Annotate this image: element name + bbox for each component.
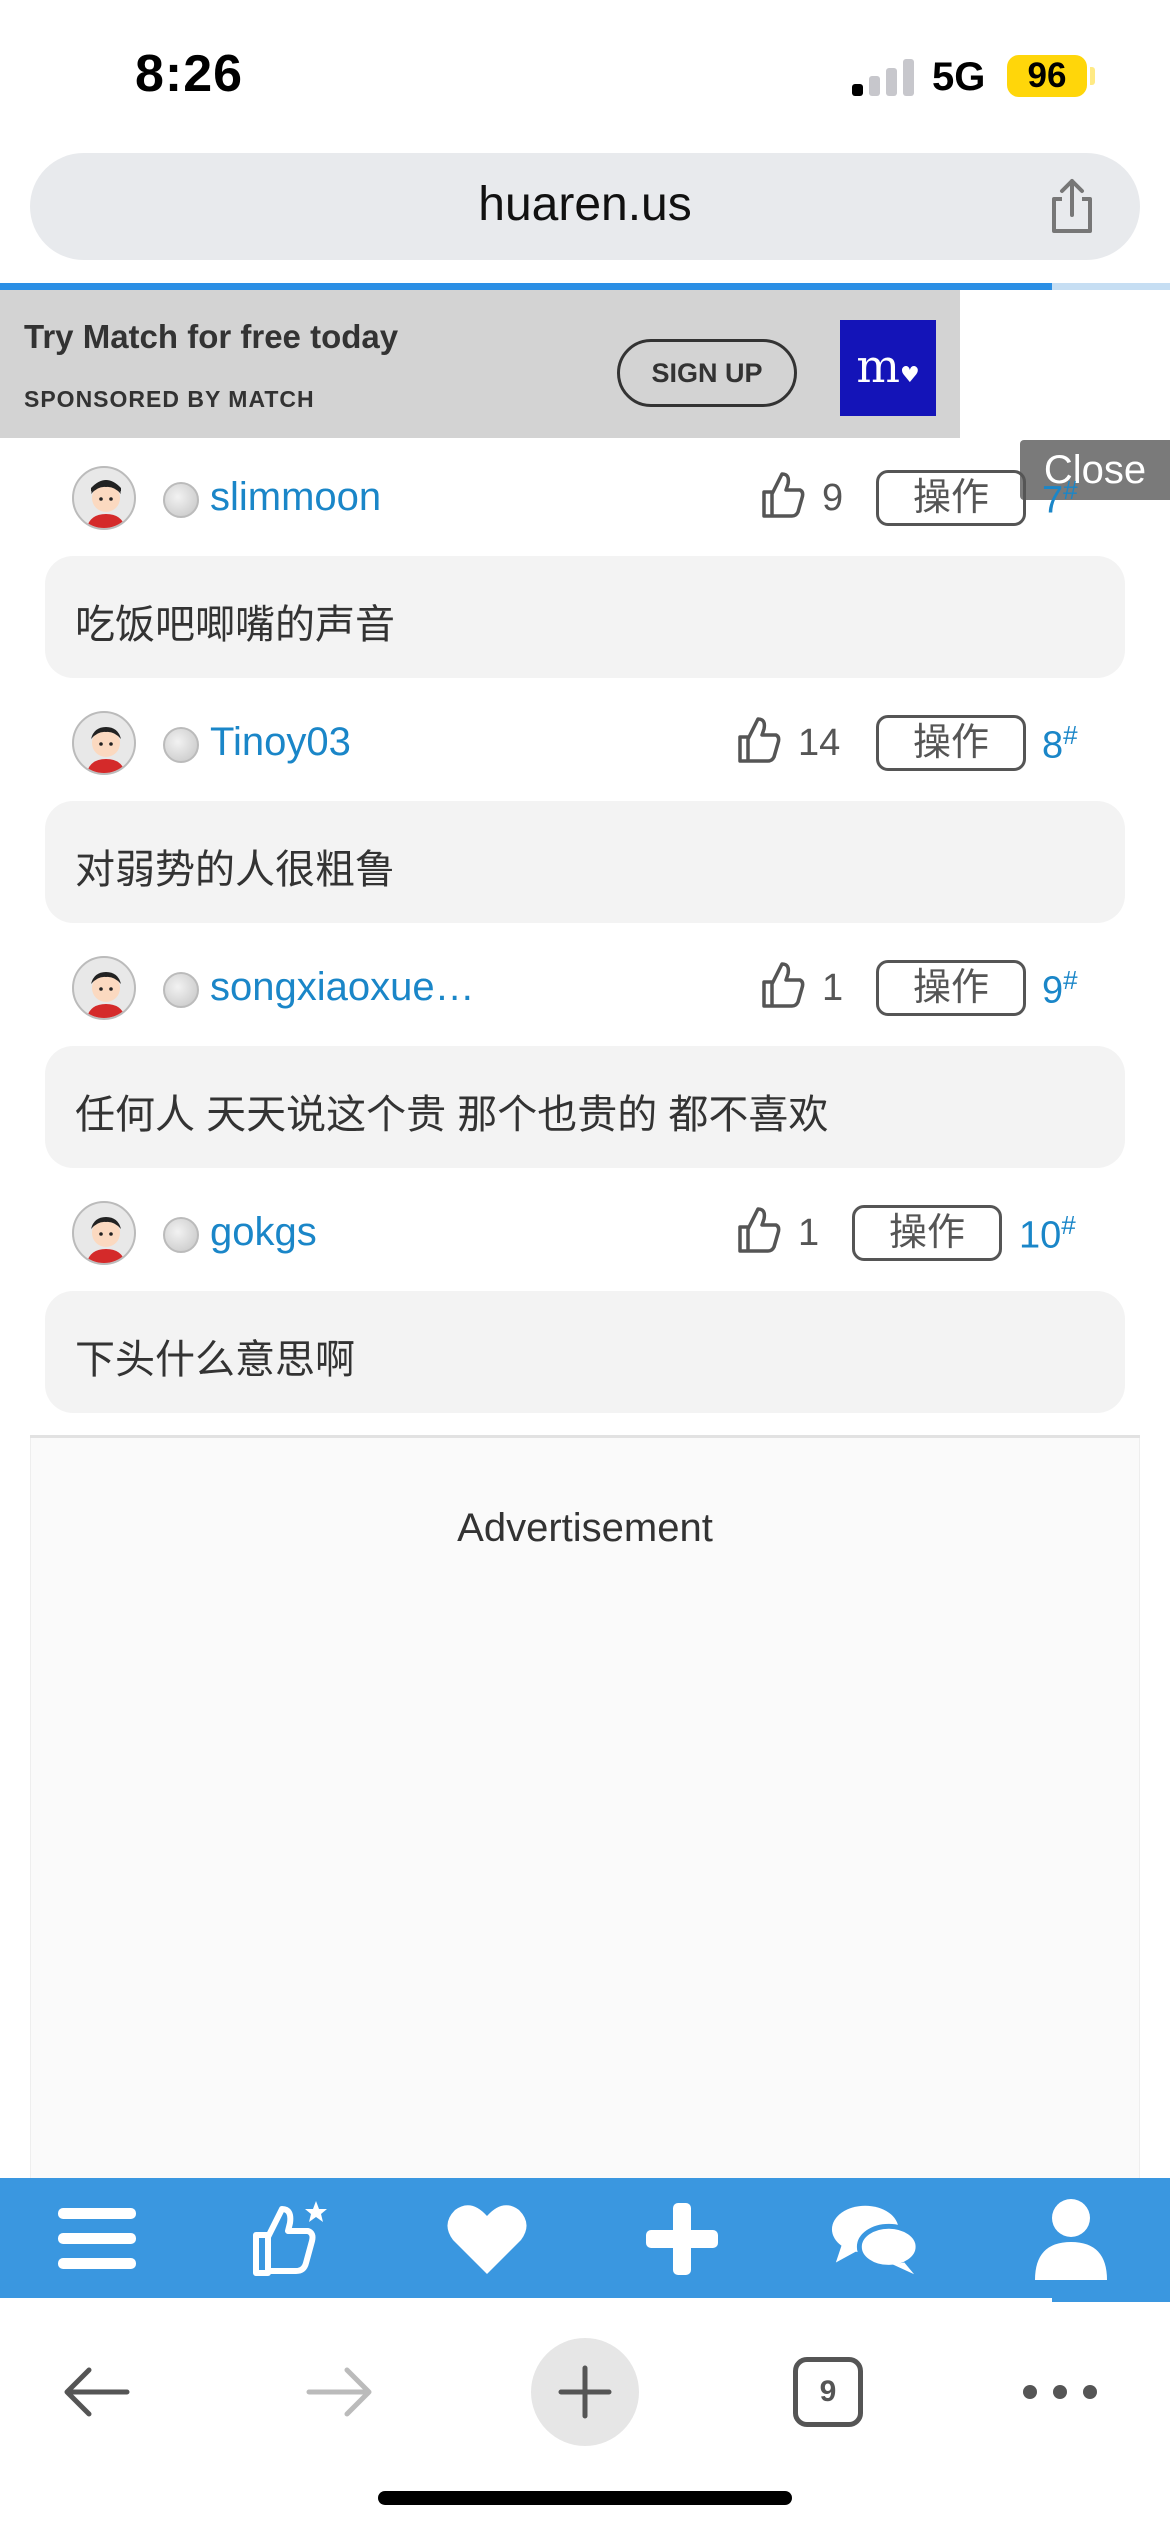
username-link[interactable]: gokgs: [210, 1210, 317, 1255]
share-icon[interactable]: [1042, 177, 1102, 237]
post-header: songxiaoxue… 1 操作 9#: [0, 948, 1170, 1028]
post-text: 吃饭吧唧嘴的声音: [75, 603, 395, 647]
status-bar: 8:26 5G 96: [0, 0, 1170, 150]
match-logo: m♥: [840, 320, 936, 416]
home-indicator: [378, 2491, 792, 2505]
floor-number[interactable]: 10#: [1019, 1210, 1076, 1258]
post-header: gokgs 1 操作 10#: [0, 1193, 1170, 1273]
post-text: 对弱势的人很粗鲁: [75, 848, 395, 892]
status-time: 8:26: [135, 45, 244, 103]
floor-mark: #: [1063, 965, 1078, 995]
address-bar[interactable]: huaren.us: [30, 153, 1140, 260]
tabs-button[interactable]: 9: [793, 2357, 863, 2427]
avatar[interactable]: [72, 1201, 136, 1265]
new-tab-button[interactable]: [531, 2338, 639, 2446]
heart-icon[interactable]: [442, 2196, 532, 2282]
floor-value: 7: [1042, 479, 1064, 522]
more-icon[interactable]: [1010, 2352, 1110, 2432]
status-dot-icon: [163, 1217, 199, 1253]
post-content: 下头什么意思啊: [45, 1291, 1125, 1413]
username-link[interactable]: songxiaoxue…: [210, 965, 475, 1010]
ad-title: Try Match for free today: [24, 318, 399, 355]
operate-button[interactable]: 操作: [876, 470, 1026, 526]
advertisement-label: Advertisement: [457, 1506, 713, 1550]
menu-icon[interactable]: [52, 2196, 142, 2282]
network-type: 5G: [932, 55, 986, 99]
status-dot-icon: [163, 482, 199, 518]
thumbs-up-star-icon[interactable]: [245, 2196, 335, 2282]
operate-button[interactable]: 操作: [876, 960, 1026, 1016]
thumbs-up-icon[interactable]: [760, 960, 806, 1010]
avatar[interactable]: [72, 466, 136, 530]
page-load-progress: [0, 283, 1170, 290]
plus-icon[interactable]: [637, 2196, 727, 2282]
site-bottom-nav: [0, 2178, 1170, 2298]
like-count: 9: [822, 477, 844, 519]
ad-sponsor: SPONSORED BY MATCH: [24, 386, 315, 412]
chat-icon[interactable]: [830, 2196, 920, 2282]
advertisement-area: Advertisement: [30, 1438, 1140, 2178]
post-header: slimmoon 9 操作 7#: [0, 458, 1170, 538]
floor-number[interactable]: 9#: [1042, 965, 1078, 1013]
floor-number[interactable]: 7#: [1042, 475, 1078, 523]
like-count: 14: [798, 722, 841, 764]
status-dot-icon: [163, 972, 199, 1008]
status-dot-icon: [163, 727, 199, 763]
battery-nub: [1090, 67, 1095, 85]
post-text: 任何人 天天说这个贵 那个也贵的 都不喜欢: [75, 1093, 829, 1137]
operate-button[interactable]: 操作: [876, 715, 1026, 771]
floor-mark: #: [1063, 720, 1078, 750]
username-link[interactable]: slimmoon: [210, 475, 381, 520]
operate-button[interactable]: 操作: [852, 1205, 1002, 1261]
avatar[interactable]: [72, 711, 136, 775]
like-count: 1: [798, 1212, 820, 1254]
username-link[interactable]: Tinoy03: [210, 720, 351, 765]
floor-value: 10: [1019, 1214, 1062, 1257]
user-icon[interactable]: [1026, 2196, 1116, 2282]
thumbs-up-icon[interactable]: [760, 470, 806, 520]
match-logo-text: m: [856, 339, 900, 393]
post-content: 任何人 天天说这个贵 那个也贵的 都不喜欢: [45, 1046, 1125, 1168]
thumbs-up-icon[interactable]: [736, 1205, 782, 1255]
floor-value: 8: [1042, 724, 1064, 767]
post-text: 下头什么意思啊: [75, 1338, 355, 1382]
signal-icon: [852, 58, 914, 96]
url-text[interactable]: huaren.us: [30, 177, 1140, 232]
post-content: 吃饭吧唧嘴的声音: [45, 556, 1125, 678]
post-header: Tinoy03 14 操作 8#: [0, 703, 1170, 783]
battery-icon: 96: [1007, 55, 1087, 97]
thumbs-up-icon[interactable]: [736, 715, 782, 765]
floor-mark: #: [1061, 1210, 1076, 1240]
ad-signup-button[interactable]: SIGN UP: [617, 339, 797, 407]
floor-value: 9: [1042, 969, 1064, 1012]
floor-number[interactable]: 8#: [1042, 720, 1078, 768]
ad-banner[interactable]: Try Match for free today SPONSORED BY MA…: [0, 290, 960, 438]
forward-icon[interactable]: [300, 2352, 380, 2432]
avatar[interactable]: [72, 956, 136, 1020]
like-count: 1: [822, 967, 844, 1009]
back-icon[interactable]: [56, 2352, 136, 2432]
floor-mark: #: [1063, 475, 1078, 505]
post-content: 对弱势的人很粗鲁: [45, 801, 1125, 923]
progress-fill: [0, 283, 1052, 290]
